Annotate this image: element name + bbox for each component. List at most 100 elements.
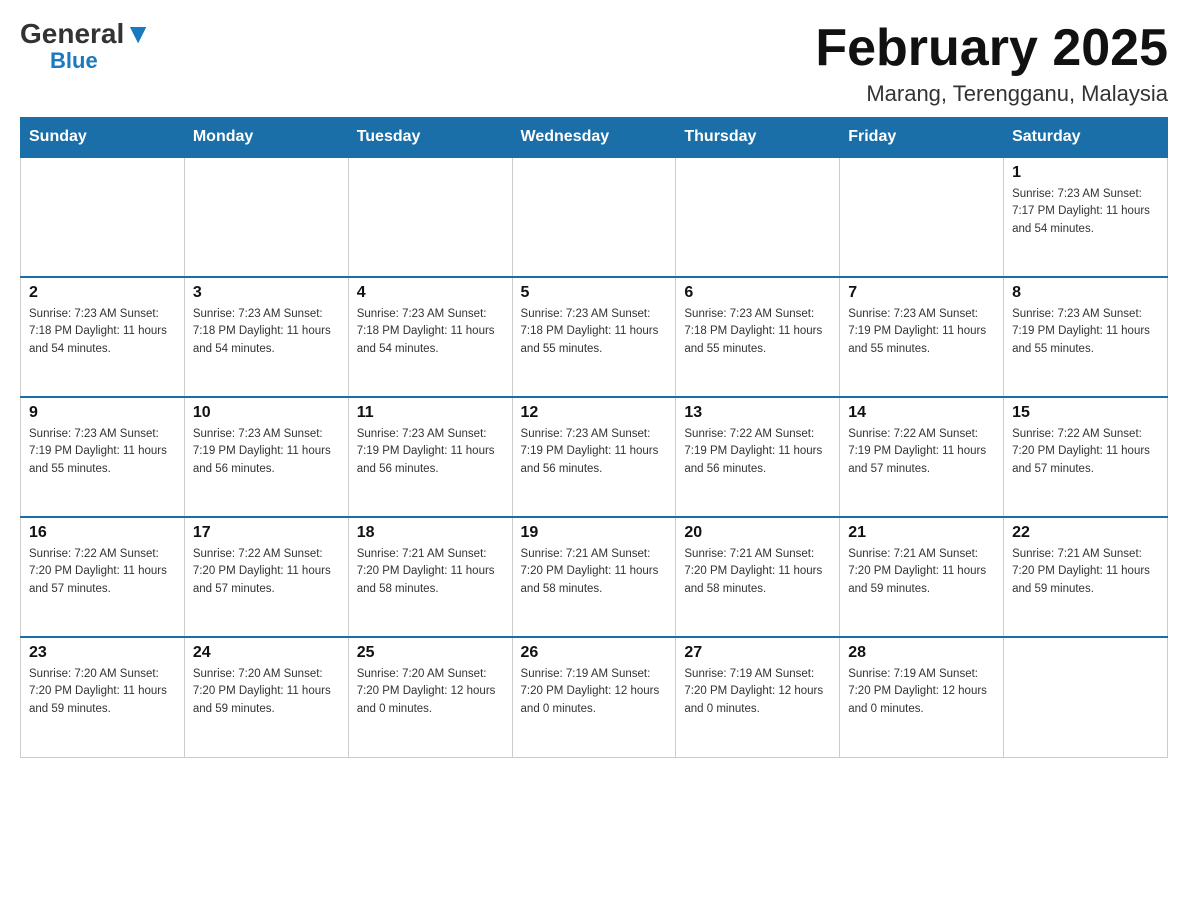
day-info: Sunrise: 7:22 AM Sunset: 7:20 PM Dayligh… (193, 546, 340, 598)
day-info: Sunrise: 7:23 AM Sunset: 7:19 PM Dayligh… (193, 426, 340, 478)
calendar-week-row: 16 Sunrise: 7:22 AM Sunset: 7:20 PM Dayli… (21, 517, 1168, 637)
day-info: Sunrise: 7:23 AM Sunset: 7:18 PM Dayligh… (29, 306, 176, 358)
day-number: 13 (684, 404, 831, 422)
day-number: 24 (193, 644, 340, 662)
location-title: Marang, Terengganu, Malaysia (815, 81, 1168, 107)
calendar-week-row: 23 Sunrise: 7:20 AM Sunset: 7:20 PM Dayli… (21, 637, 1168, 757)
day-number: 27 (684, 644, 831, 662)
col-header-wednesday: Wednesday (512, 118, 676, 158)
calendar-cell: 24 Sunrise: 7:20 AM Sunset: 7:20 PM Dayli… (184, 637, 348, 757)
day-number: 23 (29, 644, 176, 662)
calendar-cell: 21Sunrise: 7:21 AM Sunset: 7:20 PM Dayli… (840, 517, 1004, 637)
calendar-cell: 9 Sunrise: 7:23 AM Sunset: 7:19 PM Daylig… (21, 397, 185, 517)
day-number: 15 (1012, 404, 1159, 422)
calendar-cell (512, 157, 676, 277)
day-info: Sunrise: 7:23 AM Sunset: 7:18 PM Dayligh… (521, 306, 668, 358)
calendar-cell: 16 Sunrise: 7:22 AM Sunset: 7:20 PM Dayli… (21, 517, 185, 637)
calendar-cell: 19 Sunrise: 7:21 AM Sunset: 7:20 PM Dayli… (512, 517, 676, 637)
page-header: General▼ Blue February 2025 Marang, Tere… (20, 20, 1168, 107)
calendar-cell (840, 157, 1004, 277)
calendar-cell: 8 Sunrise: 7:23 AM Sunset: 7:19 PM Daylig… (1004, 277, 1168, 397)
day-info: Sunrise: 7:22 AM Sunset: 7:20 PM Dayligh… (1012, 426, 1159, 478)
day-info: Sunrise: 7:23 AM Sunset: 7:17 PM Dayligh… (1012, 186, 1159, 238)
day-number: 22 (1012, 524, 1159, 542)
day-number: 1 (1012, 164, 1159, 182)
calendar-cell (348, 157, 512, 277)
calendar-cell: 17 Sunrise: 7:22 AM Sunset: 7:20 PM Dayli… (184, 517, 348, 637)
calendar-cell: 6 Sunrise: 7:23 AM Sunset: 7:18 PM Daylig… (676, 277, 840, 397)
calendar-cell: 22 Sunrise: 7:21 AM Sunset: 7:20 PM Dayli… (1004, 517, 1168, 637)
col-header-friday: Friday (840, 118, 1004, 158)
calendar-cell: 25 Sunrise: 7:20 AM Sunset: 7:20 PM Dayli… (348, 637, 512, 757)
day-info: Sunrise: 7:23 AM Sunset: 7:19 PM Dayligh… (521, 426, 668, 478)
calendar-week-row: 1 Sunrise: 7:23 AM Sunset: 7:17 PM Daylig… (21, 157, 1168, 277)
calendar-cell: 3 Sunrise: 7:23 AM Sunset: 7:18 PM Daylig… (184, 277, 348, 397)
day-info: Sunrise: 7:19 AM Sunset: 7:20 PM Dayligh… (521, 666, 668, 718)
month-title: February 2025 (815, 20, 1168, 77)
day-number: 7 (848, 284, 995, 302)
day-number: 26 (521, 644, 668, 662)
day-number: 17 (193, 524, 340, 542)
day-number: 5 (521, 284, 668, 302)
logo-general-line: General▼ (20, 20, 152, 48)
day-number: 28 (848, 644, 995, 662)
logo-blue-text: Blue (50, 48, 98, 74)
day-info: Sunrise: 7:19 AM Sunset: 7:20 PM Dayligh… (684, 666, 831, 718)
day-info: Sunrise: 7:22 AM Sunset: 7:19 PM Dayligh… (848, 426, 995, 478)
day-info: Sunrise: 7:20 AM Sunset: 7:20 PM Dayligh… (357, 666, 504, 718)
calendar-cell: 15 Sunrise: 7:22 AM Sunset: 7:20 PM Dayli… (1004, 397, 1168, 517)
calendar-cell: 26 Sunrise: 7:19 AM Sunset: 7:20 PM Dayli… (512, 637, 676, 757)
calendar-cell: 4 Sunrise: 7:23 AM Sunset: 7:18 PM Daylig… (348, 277, 512, 397)
day-info: Sunrise: 7:21 AM Sunset: 7:20 PM Dayligh… (684, 546, 831, 598)
day-number: 21 (848, 524, 995, 542)
calendar-cell: 28Sunrise: 7:19 AM Sunset: 7:20 PM Dayli… (840, 637, 1004, 757)
day-info: Sunrise: 7:23 AM Sunset: 7:19 PM Dayligh… (357, 426, 504, 478)
day-number: 16 (29, 524, 176, 542)
calendar-cell: 2Sunrise: 7:23 AM Sunset: 7:18 PM Daylig… (21, 277, 185, 397)
calendar-table: SundayMondayTuesdayWednesdayThursdayFrid… (20, 117, 1168, 758)
day-info: Sunrise: 7:21 AM Sunset: 7:20 PM Dayligh… (1012, 546, 1159, 598)
col-header-monday: Monday (184, 118, 348, 158)
col-header-tuesday: Tuesday (348, 118, 512, 158)
calendar-header-row: SundayMondayTuesdayWednesdayThursdayFrid… (21, 118, 1168, 158)
calendar-week-row: 2Sunrise: 7:23 AM Sunset: 7:18 PM Daylig… (21, 277, 1168, 397)
col-header-saturday: Saturday (1004, 118, 1168, 158)
day-number: 9 (29, 404, 176, 422)
day-info: Sunrise: 7:23 AM Sunset: 7:19 PM Dayligh… (848, 306, 995, 358)
day-info: Sunrise: 7:20 AM Sunset: 7:20 PM Dayligh… (29, 666, 176, 718)
day-number: 6 (684, 284, 831, 302)
day-info: Sunrise: 7:23 AM Sunset: 7:19 PM Dayligh… (1012, 306, 1159, 358)
calendar-cell (1004, 637, 1168, 757)
title-block: February 2025 Marang, Terengganu, Malays… (815, 20, 1168, 107)
calendar-week-row: 9 Sunrise: 7:23 AM Sunset: 7:19 PM Daylig… (21, 397, 1168, 517)
calendar-cell: 10Sunrise: 7:23 AM Sunset: 7:19 PM Dayli… (184, 397, 348, 517)
calendar-cell: 27 Sunrise: 7:19 AM Sunset: 7:20 PM Dayli… (676, 637, 840, 757)
day-info: Sunrise: 7:21 AM Sunset: 7:20 PM Dayligh… (521, 546, 668, 598)
calendar-cell: 1 Sunrise: 7:23 AM Sunset: 7:17 PM Daylig… (1004, 157, 1168, 277)
day-number: 8 (1012, 284, 1159, 302)
day-info: Sunrise: 7:23 AM Sunset: 7:18 PM Dayligh… (684, 306, 831, 358)
day-number: 25 (357, 644, 504, 662)
calendar-cell (676, 157, 840, 277)
day-number: 19 (521, 524, 668, 542)
day-info: Sunrise: 7:23 AM Sunset: 7:19 PM Dayligh… (29, 426, 176, 478)
calendar-cell: 5 Sunrise: 7:23 AM Sunset: 7:18 PM Daylig… (512, 277, 676, 397)
calendar-cell: 13 Sunrise: 7:22 AM Sunset: 7:19 PM Dayli… (676, 397, 840, 517)
calendar-cell: 11Sunrise: 7:23 AM Sunset: 7:19 PM Dayli… (348, 397, 512, 517)
day-number: 20 (684, 524, 831, 542)
calendar-cell: 7 Sunrise: 7:23 AM Sunset: 7:19 PM Daylig… (840, 277, 1004, 397)
day-info: Sunrise: 7:20 AM Sunset: 7:20 PM Dayligh… (193, 666, 340, 718)
day-info: Sunrise: 7:23 AM Sunset: 7:18 PM Dayligh… (357, 306, 504, 358)
calendar-cell (21, 157, 185, 277)
day-number: 3 (193, 284, 340, 302)
day-info: Sunrise: 7:21 AM Sunset: 7:20 PM Dayligh… (357, 546, 504, 598)
col-header-thursday: Thursday (676, 118, 840, 158)
logo-general-text: General▼ (20, 20, 152, 48)
day-info: Sunrise: 7:22 AM Sunset: 7:20 PM Dayligh… (29, 546, 176, 598)
day-info: Sunrise: 7:22 AM Sunset: 7:19 PM Dayligh… (684, 426, 831, 478)
calendar-cell: 20 Sunrise: 7:21 AM Sunset: 7:20 PM Dayli… (676, 517, 840, 637)
col-header-sunday: Sunday (21, 118, 185, 158)
day-number: 4 (357, 284, 504, 302)
logo: General▼ Blue (20, 20, 152, 74)
day-info: Sunrise: 7:23 AM Sunset: 7:18 PM Dayligh… (193, 306, 340, 358)
